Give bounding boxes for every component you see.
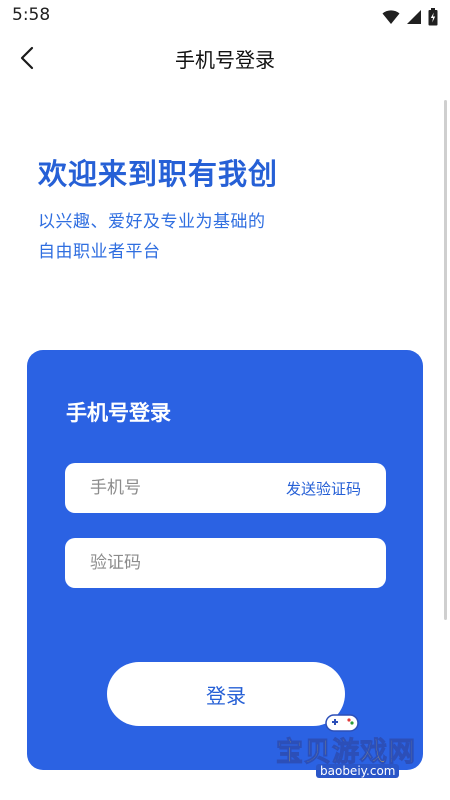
status-time: 5:58 [12, 5, 51, 25]
phone-input[interactable] [65, 463, 286, 513]
signal-icon [407, 10, 421, 24]
scrollbar[interactable] [444, 100, 447, 620]
welcome-subtitle-line2: 自由职业者平台 [38, 242, 161, 262]
phone-field: 发送验证码 [65, 463, 386, 513]
status-icons [382, 7, 438, 27]
battery-icon [428, 8, 438, 26]
send-code-button[interactable]: 发送验证码 [286, 478, 386, 499]
card-title: 手机号登录 [66, 401, 171, 425]
welcome-subtitle-line1: 以兴趣、爱好及专业为基础的 [38, 212, 266, 232]
wifi-icon [382, 10, 400, 24]
code-field [65, 538, 386, 588]
page-title: 手机号登录 [175, 48, 275, 72]
code-input[interactable] [65, 538, 386, 588]
status-bar: 5:58 [0, 0, 450, 32]
watermark: 宝贝游戏网 baobeiy.com [272, 712, 422, 784]
watermark-url: baobeiy.com [316, 764, 400, 778]
app-bar: 手机号登录 [0, 32, 450, 84]
welcome-title: 欢迎来到职有我创 [38, 157, 279, 191]
login-card: 手机号登录 发送验证码 登录 [27, 350, 423, 770]
login-screen: 5:58 手机号登录 欢迎来到职有我创 以兴趣、爱好及专业为基础的 自由职业者平… [0, 0, 450, 800]
